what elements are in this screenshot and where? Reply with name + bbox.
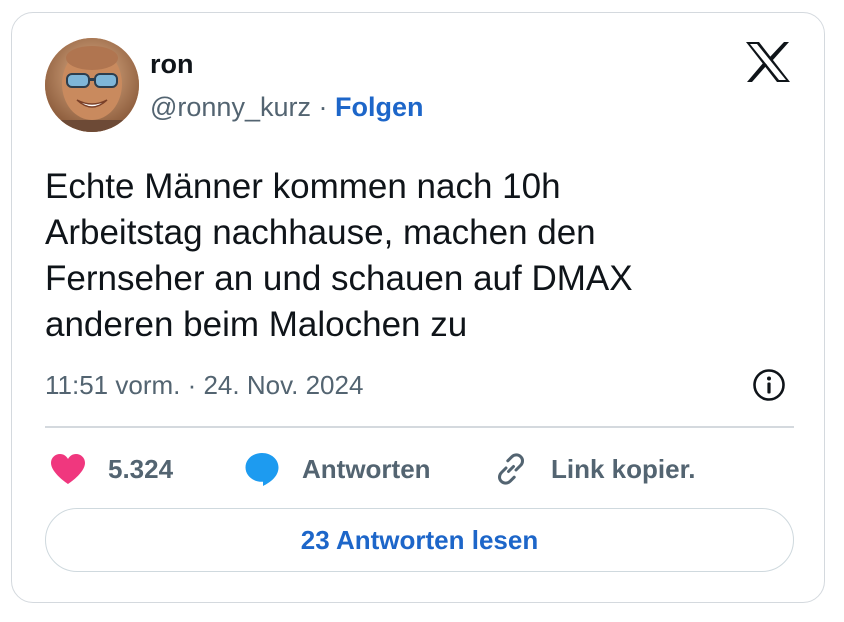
display-name[interactable]: ron [150,49,194,80]
tweet-timestamp[interactable]: 11:51 vorm. · 24. Nov. 2024 [45,370,363,401]
like-count: 5.324 [108,453,174,484]
copy-link-button[interactable]: Link kopier. [493,447,696,491]
follow-button[interactable]: Folgen [335,92,424,122]
link-icon [497,453,525,485]
heart-icon [51,454,85,484]
x-logo-icon[interactable] [745,41,791,83]
like-button[interactable]: 5.324 [50,447,173,491]
handle[interactable]: @ronny_kurz [150,92,311,122]
speech-bubble-icon [245,453,279,486]
avatar[interactable] [45,38,139,132]
handle-line: @ronny_kurz · Folgen [150,92,424,123]
reply-label: Antworten [302,453,431,484]
tweet-text: Echte Männer kommen nach 10h Arbeitstag … [45,167,633,344]
copy-link-label: Link kopier. [551,453,696,484]
avatar-image [45,38,139,132]
info-icon[interactable] [752,368,786,402]
reply-button[interactable]: Antworten [244,447,431,491]
separator: · [318,92,328,122]
divider [45,426,794,428]
read-replies-button[interactable]: 23 Antworten lesen [45,508,794,572]
